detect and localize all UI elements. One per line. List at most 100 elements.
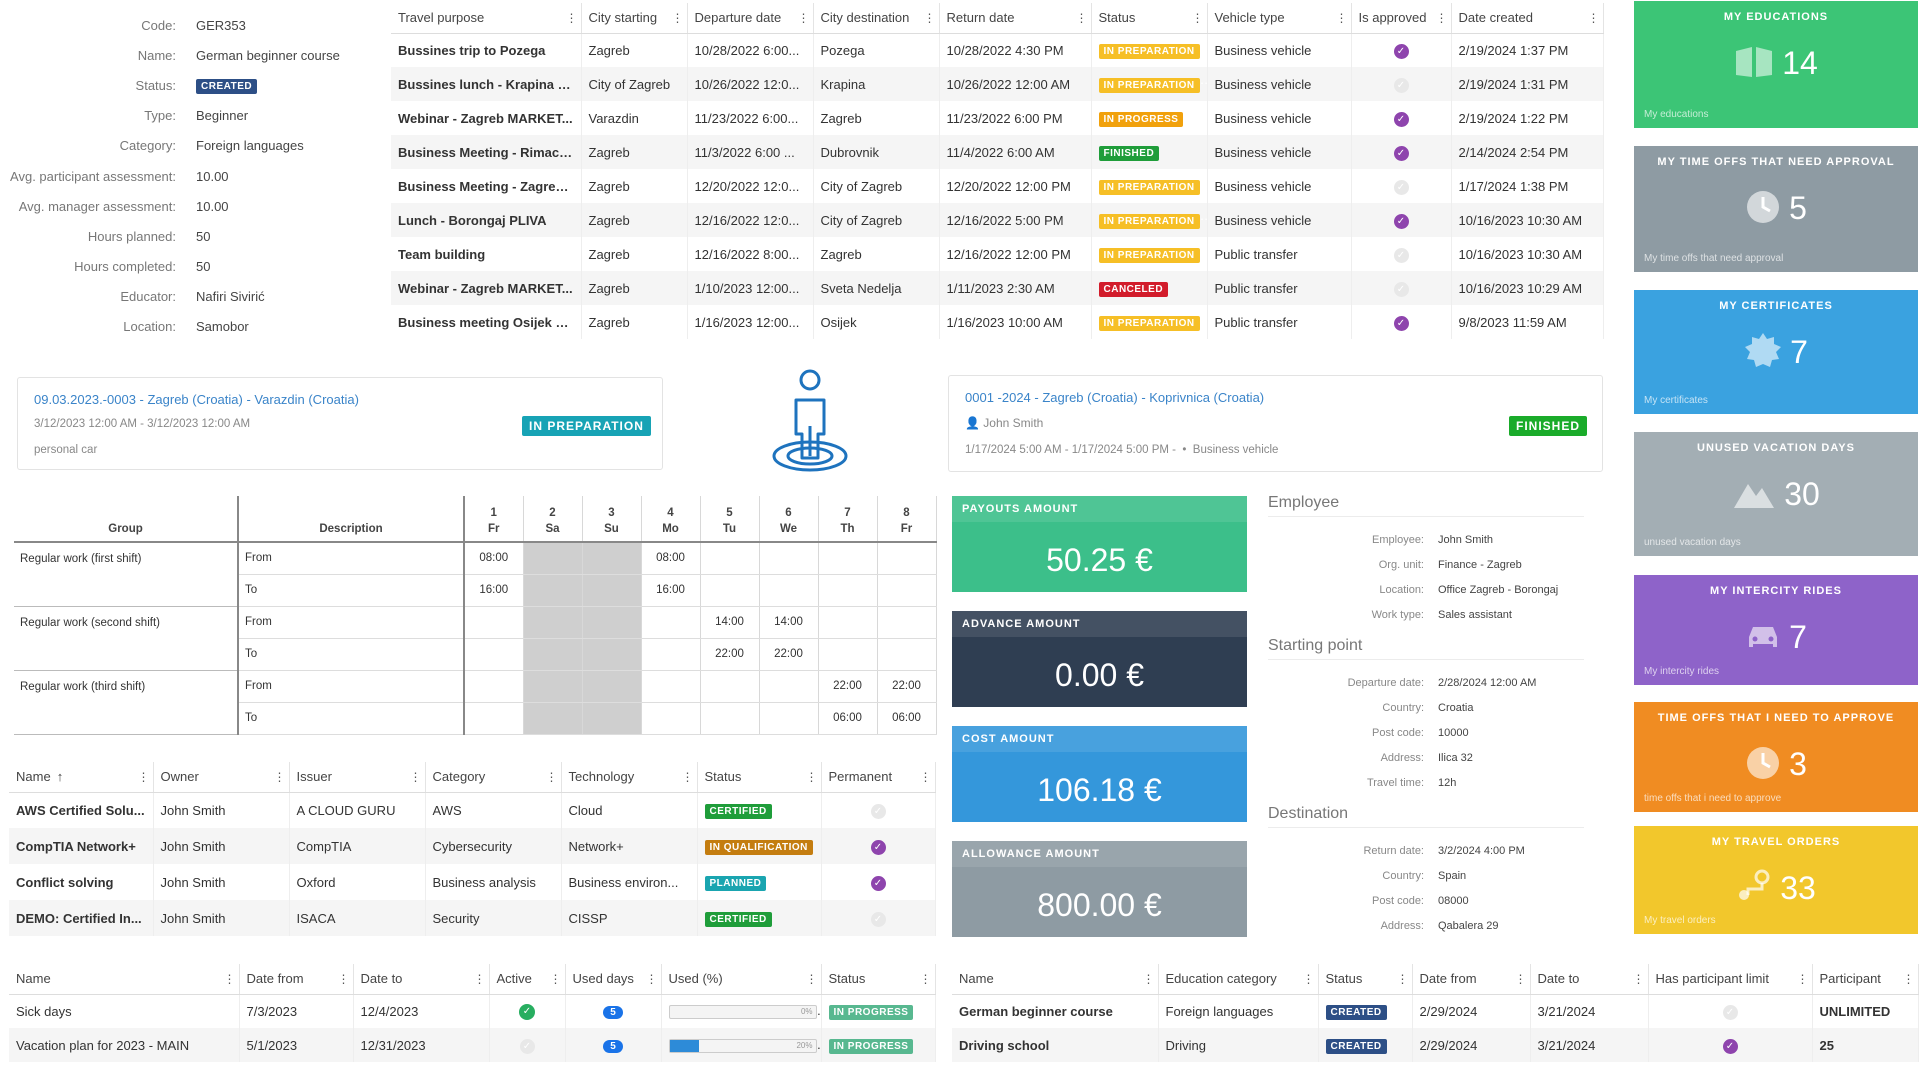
table-row[interactable]: Business Meeting - Zagreb... Zagreb 12/20/… bbox=[391, 169, 1604, 203]
column-header[interactable]: Status ⋮ bbox=[821, 964, 936, 995]
table-row[interactable]: Webinar - Zagreb MARKET... Varazdin 11/23/… bbox=[391, 101, 1604, 135]
schedule-cell[interactable]: 16:00 bbox=[641, 574, 701, 607]
schedule-cell[interactable] bbox=[759, 702, 819, 735]
schedule-cell[interactable]: 22:00 bbox=[877, 670, 937, 703]
column-header[interactable]: Status ⋮ bbox=[1318, 964, 1413, 995]
schedule-cell[interactable] bbox=[464, 702, 524, 735]
column-header[interactable]: Name ⋮ bbox=[9, 964, 240, 995]
dashboard-tile[interactable]: MY TIME OFFS THAT NEED APPROVAL 5 My time … bbox=[1634, 146, 1918, 272]
schedule-cell[interactable]: 22:00 bbox=[759, 638, 819, 671]
column-header[interactable]: Vehicle type ⋮ bbox=[1207, 3, 1352, 34]
schedule-cell[interactable] bbox=[582, 574, 642, 607]
column-header[interactable]: Date to ⋮ bbox=[353, 964, 490, 995]
column-menu-icon[interactable]: ⋮ bbox=[224, 972, 236, 986]
amount-tile[interactable]: ALLOWANCE AMOUNT 800.00 € bbox=[952, 841, 1247, 937]
schedule-cell[interactable] bbox=[700, 542, 760, 575]
travel-card-title[interactable]: 09.03.2023.-0003 - Zagreb (Croatia) - Va… bbox=[34, 392, 359, 407]
schedule-cell[interactable]: 08:00 bbox=[641, 542, 701, 575]
travel-card[interactable]: 09.03.2023.-0003 - Zagreb (Croatia) - Va… bbox=[17, 377, 663, 470]
schedule-cell[interactable] bbox=[582, 606, 642, 639]
schedule-cell[interactable] bbox=[464, 606, 524, 639]
table-row[interactable]: Bussines trip to Pozega Zagreb 10/28/2022 … bbox=[391, 33, 1604, 67]
schedule-cell[interactable] bbox=[523, 606, 583, 639]
table-row[interactable]: Business Meeting - Rimac ... Zagreb 11/3/2… bbox=[391, 135, 1604, 169]
schedule-cell[interactable] bbox=[818, 542, 878, 575]
schedule-cell[interactable] bbox=[877, 574, 937, 607]
dashboard-tile[interactable]: MY EDUCATIONS 14 My educations bbox=[1634, 1, 1918, 128]
column-menu-icon[interactable]: ⋮ bbox=[550, 972, 562, 986]
column-header[interactable]: Date from ⋮ bbox=[1412, 964, 1531, 995]
column-header[interactable]: Permanent ⋮ bbox=[821, 762, 936, 793]
column-header[interactable]: City destination ⋮ bbox=[813, 3, 940, 34]
travel-card-title[interactable]: 0001 -2024 - Zagreb (Croatia) - Koprivni… bbox=[965, 390, 1264, 405]
travel-card[interactable]: 0001 -2024 - Zagreb (Croatia) - Koprivni… bbox=[948, 375, 1603, 472]
table-row[interactable]: Conflict solving John Smith Oxford Business… bbox=[9, 864, 936, 900]
column-menu-icon[interactable]: ⋮ bbox=[1633, 972, 1645, 986]
column-header[interactable]: Name ⋮ bbox=[952, 964, 1159, 995]
column-menu-icon[interactable]: ⋮ bbox=[920, 972, 932, 986]
table-row[interactable]: Business meeting Osijek PL... Zagreb 1/16/… bbox=[391, 305, 1604, 339]
schedule-cell[interactable] bbox=[641, 638, 701, 671]
dashboard-tile[interactable]: UNUSED VACATION DAYS 30 unused vacation da… bbox=[1634, 432, 1918, 556]
schedule-cell[interactable] bbox=[759, 670, 819, 703]
column-header[interactable]: Travel purpose ⋮ bbox=[391, 3, 582, 34]
schedule-cell[interactable]: 16:00 bbox=[464, 574, 524, 607]
schedule-cell[interactable] bbox=[818, 606, 878, 639]
column-menu-icon[interactable]: ⋮ bbox=[924, 11, 936, 25]
dashboard-tile[interactable]: MY INTERCITY RIDES 7 My intercity rides bbox=[1634, 575, 1918, 685]
table-row[interactable]: Vacation plan for 2023 - MAIN 5/1/2023 12/… bbox=[9, 1028, 936, 1062]
column-header[interactable]: Issuer ⋮ bbox=[289, 762, 426, 793]
column-menu-icon[interactable]: ⋮ bbox=[682, 770, 694, 784]
column-menu-icon[interactable]: ⋮ bbox=[338, 972, 350, 986]
table-row[interactable]: Lunch - Borongaj PLIVA Zagreb 12/16/2022 1… bbox=[391, 203, 1604, 237]
schedule-cell[interactable] bbox=[464, 638, 524, 671]
schedule-cell[interactable]: 06:00 bbox=[877, 702, 937, 735]
schedule-cell[interactable]: 22:00 bbox=[700, 638, 760, 671]
column-header[interactable]: Active ⋮ bbox=[489, 964, 566, 995]
sort-asc-icon[interactable]: ↑ bbox=[57, 769, 64, 784]
column-menu-icon[interactable]: ⋮ bbox=[274, 770, 286, 784]
amount-tile[interactable]: COST AMOUNT 106.18 € bbox=[952, 726, 1247, 822]
schedule-cell[interactable]: 22:00 bbox=[818, 670, 878, 703]
column-header[interactable]: City starting ⋮ bbox=[581, 3, 688, 34]
column-header[interactable]: Is approved ⋮ bbox=[1351, 3, 1452, 34]
schedule-cell[interactable] bbox=[523, 574, 583, 607]
column-menu-icon[interactable]: ⋮ bbox=[1588, 11, 1600, 25]
schedule-cell[interactable]: 14:00 bbox=[700, 606, 760, 639]
schedule-cell[interactable] bbox=[877, 638, 937, 671]
column-header[interactable]: Status ⋮ bbox=[697, 762, 822, 793]
column-menu-icon[interactable]: ⋮ bbox=[1192, 11, 1204, 25]
schedule-cell[interactable] bbox=[759, 574, 819, 607]
column-menu-icon[interactable]: ⋮ bbox=[672, 11, 684, 25]
column-menu-icon[interactable]: ⋮ bbox=[920, 770, 932, 784]
schedule-cell[interactable] bbox=[582, 670, 642, 703]
schedule-cell[interactable] bbox=[700, 702, 760, 735]
schedule-cell[interactable] bbox=[582, 702, 642, 735]
column-menu-icon[interactable]: ⋮ bbox=[1336, 11, 1348, 25]
amount-tile[interactable]: PAYOUTS AMOUNT 50.25 € bbox=[952, 496, 1247, 592]
schedule-cell[interactable] bbox=[464, 670, 524, 703]
column-header[interactable]: Participant ⋮ bbox=[1812, 964, 1919, 995]
column-menu-icon[interactable]: ⋮ bbox=[410, 770, 422, 784]
column-header[interactable]: Technology ⋮ bbox=[561, 762, 698, 793]
column-menu-icon[interactable]: ⋮ bbox=[1397, 972, 1409, 986]
column-menu-icon[interactable]: ⋮ bbox=[474, 972, 486, 986]
column-header[interactable]: Education category ⋮ bbox=[1158, 964, 1319, 995]
column-menu-icon[interactable]: ⋮ bbox=[138, 770, 150, 784]
column-header[interactable]: Has participant limit ⋮ bbox=[1648, 964, 1813, 995]
schedule-cell[interactable] bbox=[759, 542, 819, 575]
dashboard-tile[interactable]: MY CERTIFICATES 7 My certificates bbox=[1634, 290, 1918, 414]
schedule-cell[interactable] bbox=[582, 542, 642, 575]
schedule-cell[interactable] bbox=[700, 670, 760, 703]
column-header[interactable]: Status ⋮ bbox=[1091, 3, 1208, 34]
table-row[interactable]: DEMO: Certified In... John Smith ISACA Secu… bbox=[9, 900, 936, 936]
table-row[interactable]: Team building Zagreb 12/16/2022 8:00... Zag… bbox=[391, 237, 1604, 271]
table-row[interactable]: Bussines lunch - Krapina P... City of Zag… bbox=[391, 67, 1604, 101]
column-menu-icon[interactable]: ⋮ bbox=[1076, 11, 1088, 25]
dashboard-tile[interactable]: MY TRAVEL ORDERS 33 My travel orders bbox=[1634, 826, 1918, 934]
schedule-cell[interactable] bbox=[523, 670, 583, 703]
schedule-cell[interactable]: 08:00 bbox=[464, 542, 524, 575]
schedule-cell[interactable] bbox=[582, 638, 642, 671]
column-header[interactable]: Date from ⋮ bbox=[239, 964, 354, 995]
schedule-cell[interactable] bbox=[877, 606, 937, 639]
